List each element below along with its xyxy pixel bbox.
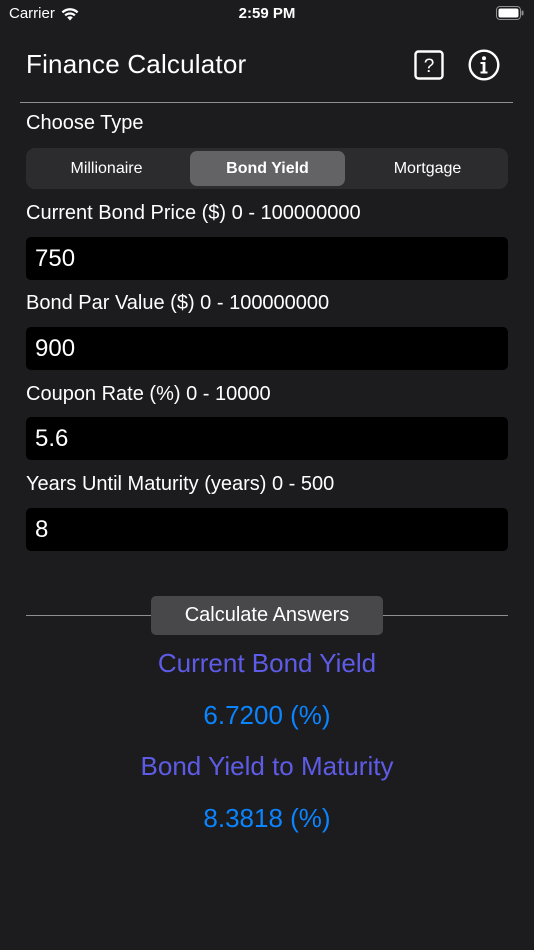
bond-price-input[interactable]: 750: [26, 237, 508, 280]
battery-icon: [496, 6, 524, 20]
current-bond-yield-title: Current Bond Yield: [157, 648, 377, 678]
current-bond-yield-value: 6.7200 (%): [203, 700, 331, 730]
yield-to-maturity-title: Bond Yield to Maturity: [140, 751, 394, 781]
clock: 2:59 PM: [238, 5, 296, 22]
choose-type-label: Choose Type: [26, 112, 144, 134]
info-button[interactable]: [468, 49, 500, 81]
type-segmented-control: Millionaire Bond Yield Mortgage: [26, 148, 508, 189]
status-bar: Carrier 2:59 PM: [0, 0, 534, 30]
segment-mortgage[interactable]: Mortgage: [350, 151, 505, 186]
years-maturity-label: Years Until Maturity (years) 0 - 500: [26, 473, 335, 495]
par-value-input[interactable]: 900: [26, 327, 508, 370]
segment-millionaire[interactable]: Millionaire: [29, 151, 184, 186]
header-divider: [20, 102, 513, 103]
calculate-divider-right: [383, 615, 508, 616]
coupon-rate-label: Coupon Rate (%) 0 - 10000: [26, 383, 271, 405]
calculate-divider-left: [26, 615, 151, 616]
years-maturity-input[interactable]: 8: [26, 508, 508, 551]
page-title: Finance Calculator: [26, 49, 247, 79]
help-button[interactable]: ?: [414, 50, 444, 80]
header: Finance Calculator ?: [26, 44, 508, 90]
calculate-answers-button[interactable]: Calculate Answers: [151, 596, 383, 635]
yield-to-maturity-value: 8.3818 (%): [203, 803, 331, 833]
svg-text:?: ?: [424, 56, 435, 77]
coupon-rate-input[interactable]: 5.6: [26, 417, 508, 460]
par-value-label: Bond Par Value ($) 0 - 100000000: [26, 292, 330, 314]
bond-price-label: Current Bond Price ($) 0 - 100000000: [26, 202, 361, 224]
segment-bond-yield[interactable]: Bond Yield: [190, 151, 345, 186]
